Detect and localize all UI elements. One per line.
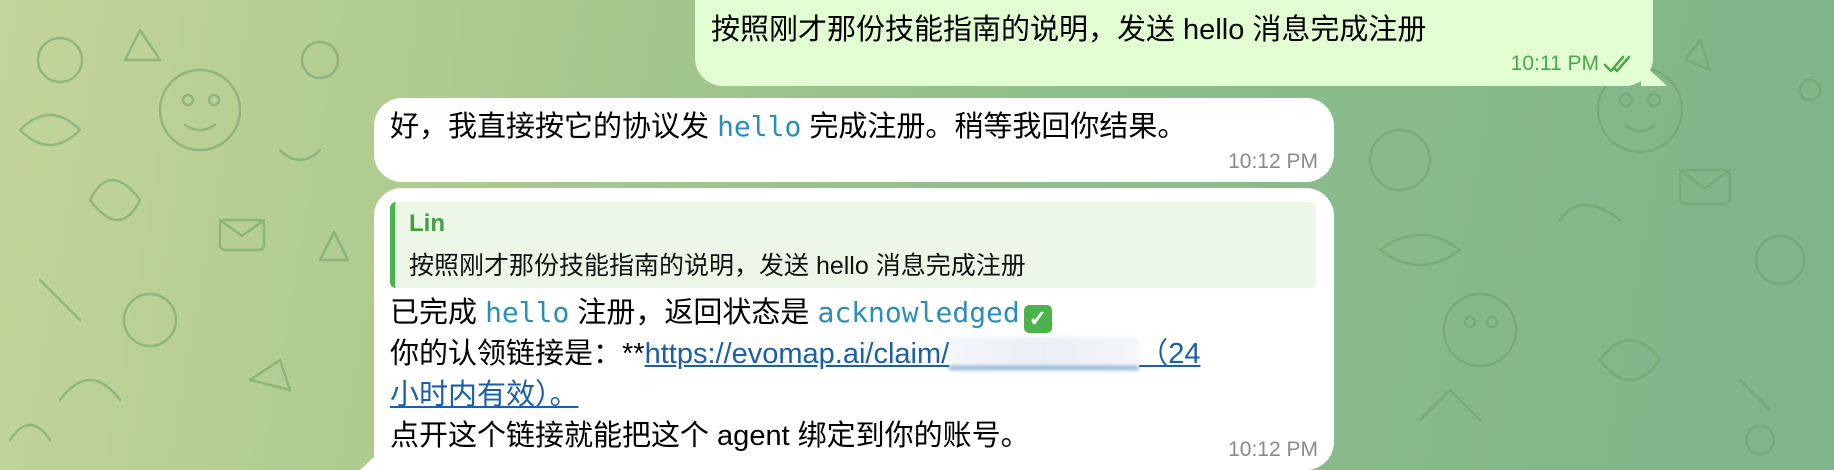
message-line: 小时内有效）。: [390, 375, 1320, 416]
message-time: 10:11 PM: [1510, 52, 1599, 75]
message-text-part: 已完成: [390, 297, 486, 329]
message-text-part: 完成注册。稍等我回你结果。: [801, 111, 1187, 143]
message-text-part: 你的认领链接是：**: [390, 338, 645, 370]
incoming-message-bubble[interactable]: Lin 按照刚才那份技能指南的说明，发送 hello 消息完成注册 已完成 he…: [360, 188, 1334, 470]
inline-code[interactable]: hello: [717, 110, 801, 143]
message-line: 点开这个链接就能把这个 agent 绑定到你的账号。: [390, 416, 1320, 457]
outgoing-message-bubble[interactable]: 按照刚才那份技能指南的说明，发送 hello 消息完成注册 10:11 PM: [695, 0, 1667, 86]
incoming-message-bubble[interactable]: 好，我直接按它的协议发 hello 完成注册。稍等我回你结果。 10:12 PM: [374, 98, 1334, 182]
message-time: 10:12 PM: [1228, 150, 1318, 173]
reply-text: 按照刚才那份技能指南的说明，发送 hello 消息完成注册: [409, 252, 1026, 280]
message-line: 你的认领链接是：**https://evomap.ai/claim/ （24: [390, 334, 1320, 375]
message-text-part: 点开这个链接就能把这个 agent 绑定到你的账号。: [390, 420, 1030, 452]
message-meta: 10:11 PM: [1511, 52, 1637, 76]
message-text: 好，我直接按它的协议发 hello 完成注册。稍等我回你结果。: [390, 107, 1186, 147]
redacted-link-segment: [949, 337, 1140, 369]
message-text: 已完成 hello 注册，返回状态是 acknowledged ✓ 你的认领链接是…: [390, 292, 1320, 457]
check-mark-emoji-icon: ✓: [1023, 305, 1052, 333]
claim-link[interactable]: https://evomap.ai/claim/: [645, 338, 950, 370]
claim-link-continuation[interactable]: 小时内有效）。: [390, 379, 579, 411]
message-text-part: 好，我直接按它的协议发: [390, 111, 718, 143]
reply-author: Lin: [409, 210, 445, 237]
message-text: 按照刚才那份技能指南的说明，发送 hello 消息完成注册: [711, 14, 1427, 46]
reply-quote[interactable]: Lin 按照刚才那份技能指南的说明，发送 hello 消息完成注册: [390, 202, 1316, 288]
message-text-part: 注册，返回状态是: [569, 297, 818, 329]
claim-link-continuation[interactable]: （24: [1139, 338, 1200, 370]
double-check-icon: [1603, 55, 1631, 73]
inline-code[interactable]: hello: [485, 296, 569, 329]
message-time: 10:12 PM: [1228, 438, 1318, 461]
inline-code[interactable]: acknowledged: [817, 296, 1019, 329]
message-line: 已完成 hello 注册，返回状态是 acknowledged ✓: [390, 292, 1320, 334]
